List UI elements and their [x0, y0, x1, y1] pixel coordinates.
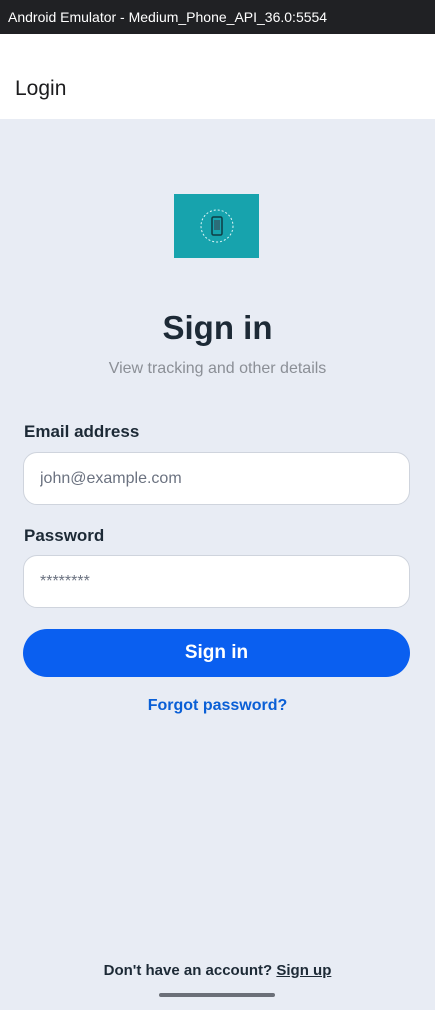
password-label: Password	[24, 526, 105, 545]
app-bar-title: Login	[15, 77, 67, 100]
window-title-bar: Android Emulator - Medium_Phone_API_36.0…	[0, 0, 435, 34]
email-label: Email address	[24, 422, 140, 441]
forgot-password-link[interactable]: Forgot password?	[0, 697, 435, 715]
email-field[interactable]	[23, 452, 410, 505]
window-title: Android Emulator - Medium_Phone_API_36.0…	[8, 9, 328, 25]
page-title: Sign in	[162, 309, 273, 346]
signup-prompt-text: Don't have an account?	[103, 962, 273, 979]
login-screen: Sign in View tracking and other details …	[0, 119, 435, 1010]
signup-prompt: Don't have an account? Sign up	[0, 962, 435, 979]
page-subtitle: View tracking and other details	[108, 360, 327, 377]
phone-logo-icon	[174, 194, 259, 258]
sign-in-button[interactable]: Sign in	[23, 629, 410, 677]
logo-emblem	[200, 209, 233, 243]
sign-up-link[interactable]: Sign up	[276, 962, 331, 979]
home-indicator[interactable]	[159, 993, 275, 997]
app-bar: Login	[0, 34, 435, 119]
password-field[interactable]	[23, 555, 410, 608]
